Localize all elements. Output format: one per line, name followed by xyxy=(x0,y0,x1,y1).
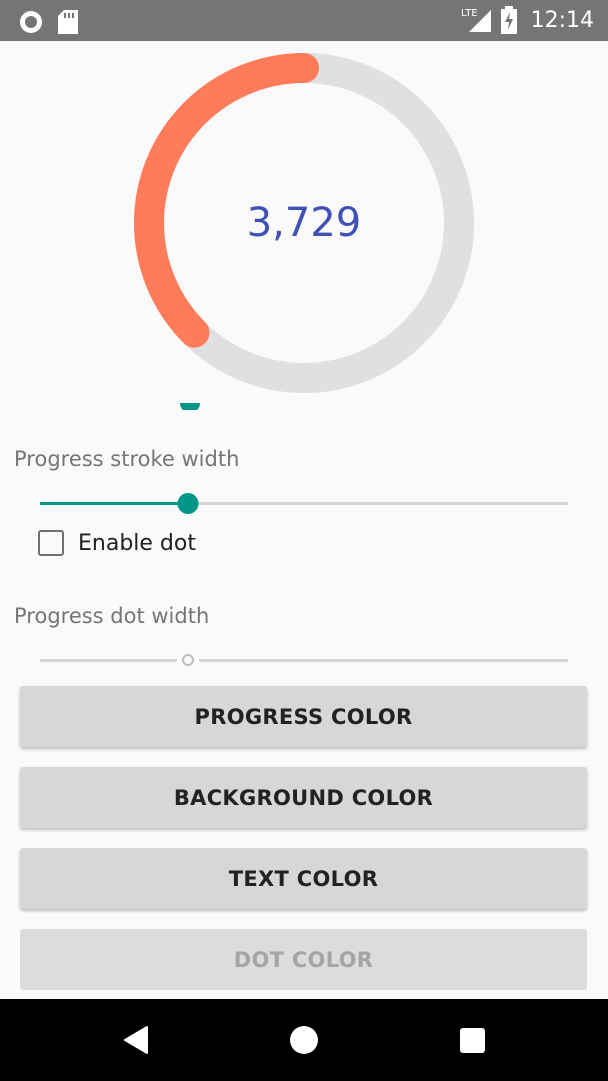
slider-fill xyxy=(40,502,188,505)
navigation-bar xyxy=(0,999,608,1081)
svg-text:LTE: LTE xyxy=(461,8,478,19)
stroke-width-slider[interactable] xyxy=(40,489,568,519)
progress-color-button[interactable]: PROGRESS COLOR xyxy=(20,686,587,747)
recents-icon[interactable] xyxy=(460,1028,485,1053)
hidden-slider-thumb[interactable] xyxy=(180,400,200,410)
enable-dot-row[interactable]: Enable dot xyxy=(38,530,196,556)
progress-value-text: 3,729 xyxy=(246,200,362,246)
enable-dot-checkbox[interactable] xyxy=(38,530,64,556)
text-color-button[interactable]: TEXT COLOR xyxy=(20,848,587,909)
background-color-button[interactable]: BACKGROUND COLOR xyxy=(20,767,587,828)
sd-card-icon xyxy=(58,10,78,34)
slider-thumb[interactable] xyxy=(177,493,199,514)
slider-track-left xyxy=(40,659,177,662)
stroke-width-label: Progress stroke width xyxy=(14,447,240,471)
battery-charging-icon xyxy=(500,6,517,34)
enable-dot-label: Enable dot xyxy=(78,530,196,556)
status-bar: LTE 12:14 xyxy=(0,0,608,41)
back-icon[interactable] xyxy=(123,1025,149,1055)
slider-thumb-disabled[interactable] xyxy=(182,654,194,666)
dot-width-label: Progress dot width xyxy=(14,604,210,628)
main-content: 3,729 Progress stroke width Enable dot P… xyxy=(0,41,608,999)
record-icon xyxy=(20,11,42,33)
circular-progress: 3,729 xyxy=(132,51,476,395)
slider-track-right xyxy=(199,659,568,662)
dot-color-button[interactable]: DOT COLOR xyxy=(20,929,587,990)
status-time: 12:14 xyxy=(530,7,594,33)
dot-width-slider[interactable] xyxy=(40,646,568,676)
home-icon[interactable] xyxy=(290,1026,318,1054)
lte-signal-icon: LTE xyxy=(461,8,491,32)
